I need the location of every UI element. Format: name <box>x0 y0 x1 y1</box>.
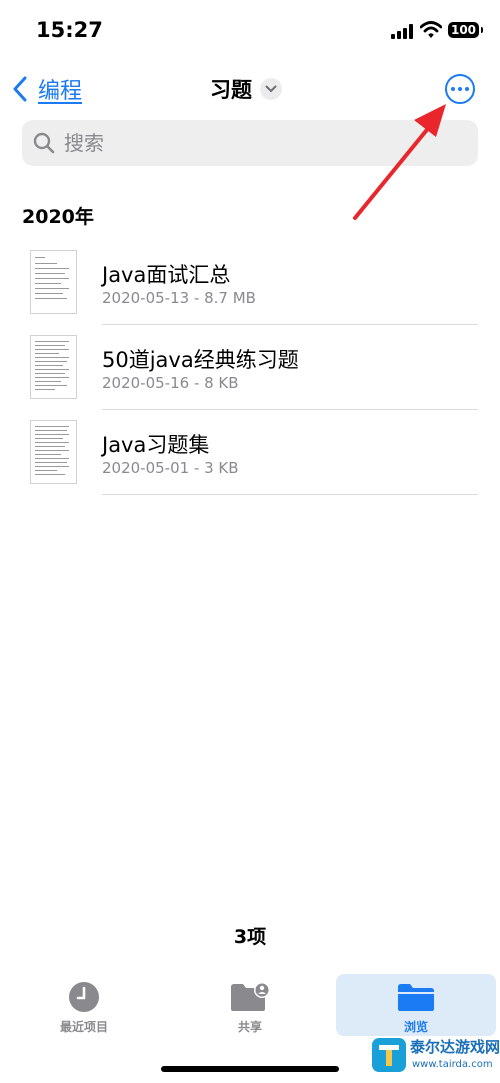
file-name: Java习题集 <box>102 433 210 457</box>
file-meta: 2020-05-16 - 8 KB <box>102 374 239 392</box>
document-thumbnail-icon <box>30 335 77 399</box>
wifi-icon <box>420 21 442 38</box>
back-label: 编程 <box>38 79 83 104</box>
document-thumbnail-icon <box>30 250 77 314</box>
tab-label: 最近项目 <box>59 1020 108 1034</box>
folder-icon <box>397 982 435 1012</box>
file-meta: 2020-05-13 - 8.7 MB <box>102 289 256 307</box>
search-icon <box>33 132 55 154</box>
logo-icon <box>372 1038 406 1072</box>
chevron-down-icon <box>260 78 282 100</box>
status-time: 15:27 <box>36 18 103 42</box>
tab-shared[interactable]: 共享 <box>170 974 330 1036</box>
file-row[interactable]: Java面试汇总 2020-05-13 - 8.7 MB <box>0 240 500 325</box>
chevron-left-icon <box>13 76 27 102</box>
tab-recents[interactable]: 最近项目 <box>4 974 164 1036</box>
status-bar: 15:27 100 <box>0 0 500 62</box>
clock-icon <box>68 982 100 1012</box>
file-list: Java面试汇总 2020-05-13 - 8.7 MB 50道java经典练习… <box>0 240 500 495</box>
tab-browse[interactable]: 浏览 <box>336 974 496 1036</box>
file-name: Java面试汇总 <box>102 263 231 287</box>
file-row[interactable]: Java习题集 2020-05-01 - 3 KB <box>0 410 500 495</box>
file-name: 50道java经典练习题 <box>102 348 299 372</box>
search-input[interactable] <box>62 130 446 156</box>
document-thumbnail-icon <box>30 420 77 484</box>
navigation-bar: 编程 习题 <box>0 62 500 116</box>
tab-bar: 最近项目 共享 浏览 <box>0 972 500 1036</box>
shared-folder-icon <box>230 982 270 1012</box>
divider <box>102 494 478 495</box>
page-title: 习题 <box>210 78 252 102</box>
title-menu-button[interactable]: 习题 <box>210 74 282 104</box>
watermark-text: 泰尔达游戏网 <box>410 1038 500 1056</box>
file-meta: 2020-05-01 - 3 KB <box>102 459 239 477</box>
back-button[interactable]: 编程 <box>12 72 82 106</box>
more-icon[interactable] <box>445 74 475 104</box>
tab-label: 共享 <box>237 1020 262 1034</box>
watermark-logo: 泰尔达游戏网 www.tairda.com <box>370 1032 500 1083</box>
item-count: 3项 <box>233 926 267 948</box>
home-indicator[interactable] <box>161 1066 339 1072</box>
signal-icon <box>391 24 413 39</box>
watermark-url: www.tairda.com <box>412 1059 493 1070</box>
file-row[interactable]: 50道java经典练习题 2020-05-16 - 8 KB <box>0 325 500 410</box>
section-header: 2020年 <box>22 206 94 228</box>
battery-icon: 100 <box>448 22 483 38</box>
search-bar[interactable] <box>22 120 478 166</box>
